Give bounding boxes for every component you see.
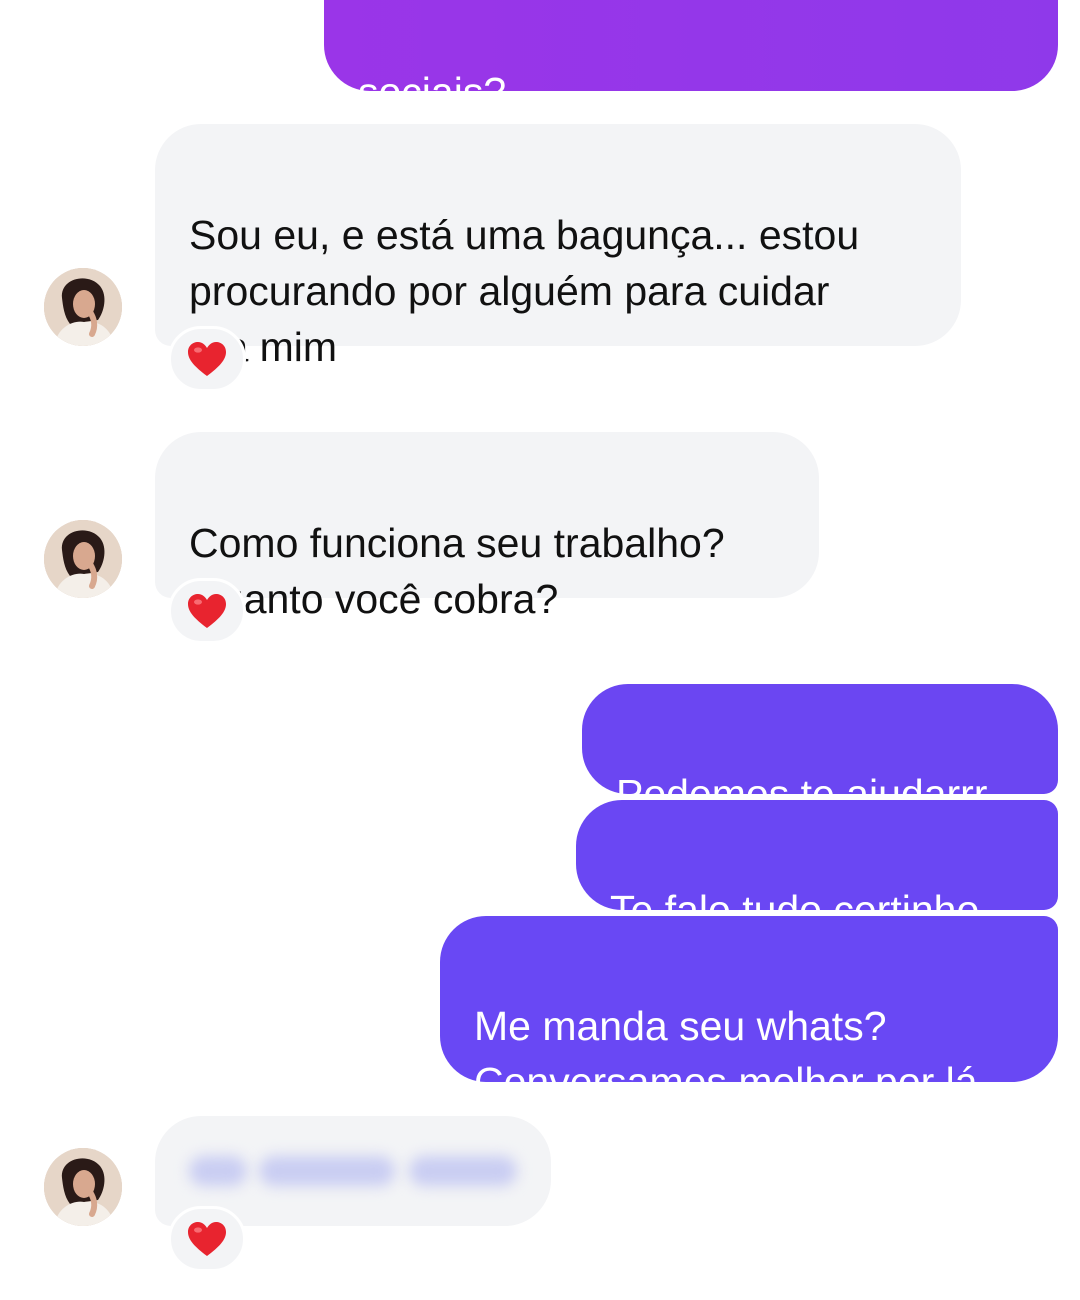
blurred-text — [189, 1156, 247, 1186]
incoming-message-bubble[interactable]: Sou eu, e está uma bagunça... estou proc… — [155, 124, 961, 370]
heart-icon — [188, 342, 226, 376]
outgoing-message-bubble[interactable]: sociais? — [324, 0, 1058, 115]
contact-avatar[interactable] — [44, 1148, 122, 1226]
message-text: Sou eu, e está uma bagunça... estou proc… — [189, 212, 860, 370]
contact-avatar[interactable] — [44, 520, 122, 598]
heart-reaction[interactable] — [168, 1206, 246, 1272]
outgoing-message-bubble[interactable]: Podemos te ajudarrr — [582, 684, 1058, 817]
heart-reaction[interactable] — [168, 326, 246, 392]
contact-avatar[interactable] — [44, 268, 122, 346]
heart-reaction[interactable] — [168, 578, 246, 644]
outgoing-message-bubble[interactable]: Te falo tudo certinho — [576, 800, 1058, 933]
blurred-text — [259, 1156, 395, 1186]
message-text: sociais? — [358, 69, 507, 115]
heart-icon — [188, 594, 226, 628]
message-text: Como funciona seu trabalho? Quanto você … — [189, 520, 725, 622]
incoming-message-bubble[interactable]: Como funciona seu trabalho? Quanto você … — [155, 432, 819, 622]
outgoing-message-bubble[interactable]: Me manda seu whats? Conversamos melhor p… — [440, 916, 1058, 1105]
heart-icon — [188, 1222, 226, 1256]
message-text: Me manda seu whats? Conversamos melhor p… — [474, 1003, 978, 1105]
blurred-text — [409, 1156, 517, 1186]
